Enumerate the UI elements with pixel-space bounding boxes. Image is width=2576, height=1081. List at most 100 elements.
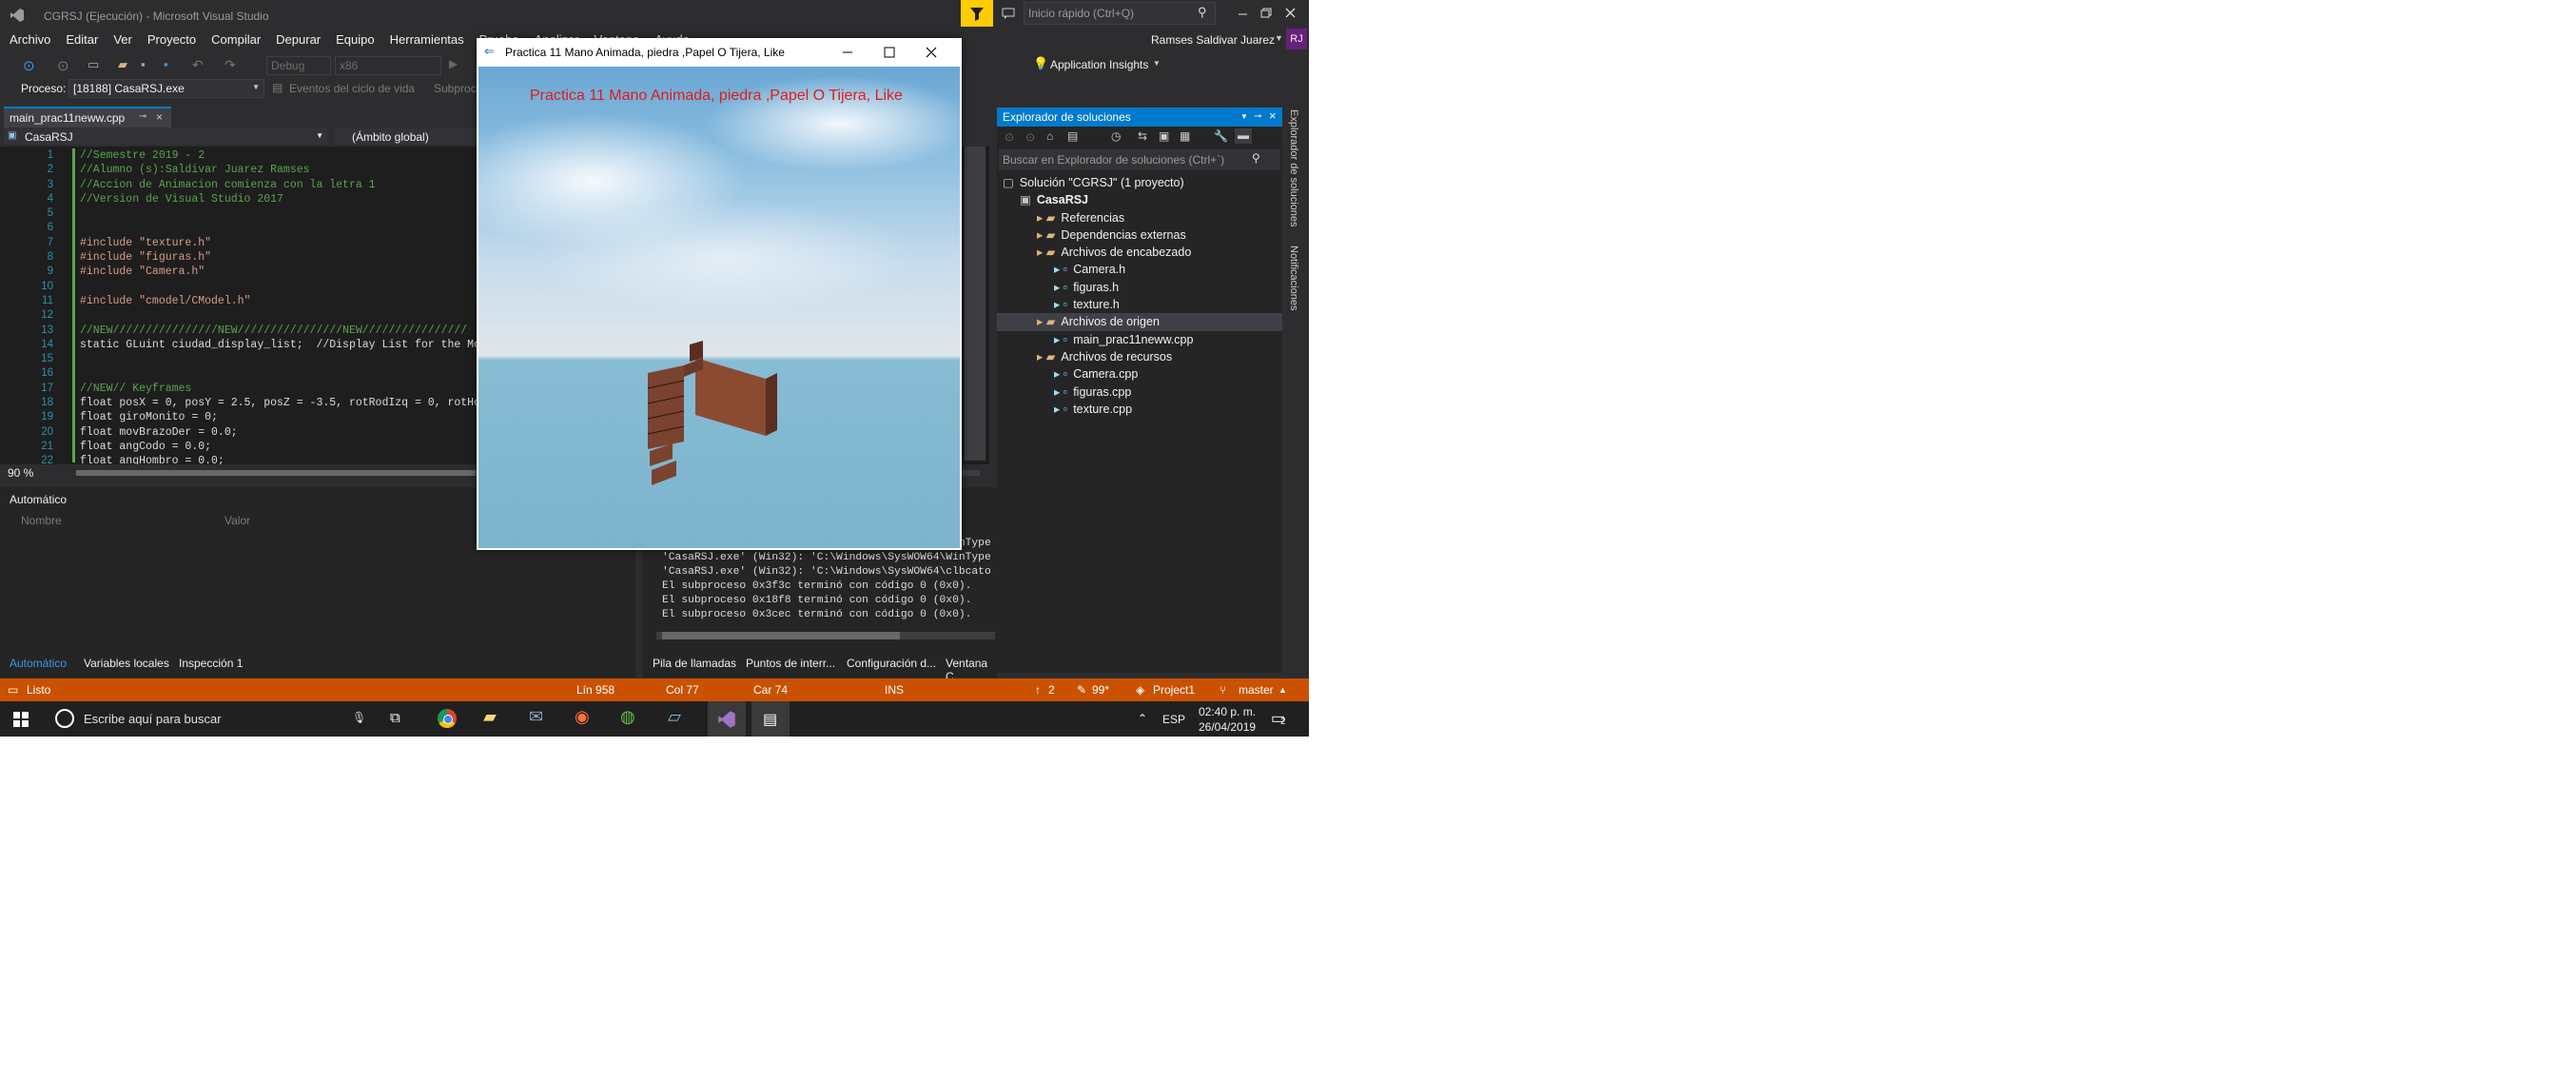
globe-app-icon[interactable]: ◍ [620,707,635,727]
tab-variables-locales[interactable]: Variables locales [84,657,169,670]
show-all-files-icon[interactable]: ▦ [1180,129,1190,143]
tree-item[interactable]: ▸ ▫ figuras.h [997,279,1282,296]
project-name[interactable]: Project1 [1153,683,1195,697]
scrollbar-thumb[interactable] [662,632,900,639]
user-name[interactable]: Ramses Saldivar Juarez [1151,33,1275,47]
config-dropdown[interactable]: Debug [266,56,331,75]
properties-icon[interactable]: 🔧 [1214,129,1228,143]
side-tab-notifications[interactable]: Notificaciones [1286,244,1305,329]
menu-ver[interactable]: Ver [106,27,140,52]
feedback-icon[interactable] [1001,6,1016,21]
editor-vertical-scrollbar[interactable] [965,147,986,461]
collapse-all-icon[interactable]: ▣ [1159,129,1169,143]
continue-icon[interactable]: ▶ [449,57,458,70]
save-all-icon[interactable]: ▪ [164,57,168,71]
tab-pila-de-llamadas[interactable]: Pila de llamadas [653,657,736,670]
tree-item[interactable]: ▸ ▰ Archivos de origen [997,313,1282,331]
chevron-down-icon[interactable]: ▼ [1240,108,1248,127]
tab-puntos-de-interrupcion[interactable]: Puntos de interr... [746,657,835,670]
firefox-icon[interactable]: ◉ [575,707,590,727]
tree-item[interactable]: ▸ ▰ Referencias [997,209,1282,226]
microphone-icon[interactable]: 🎙 [352,711,366,724]
back-icon[interactable]: ⊙ [23,57,35,74]
minimize-button[interactable] [1235,6,1252,21]
action-center-icon[interactable]: ▭ 2 [1271,709,1292,728]
pending-changes-count[interactable]: 99* [1092,683,1109,697]
tab-main-prac11neww[interactable]: main_prac11neww.cpp ⊸ × [4,107,171,128]
task-view-icon[interactable]: ⧉ [390,710,400,726]
clock-date[interactable]: 26/04/2019 [1199,720,1256,734]
switch-views-icon[interactable]: ▤ [1067,129,1078,143]
pin-icon[interactable]: ⊸ [139,111,146,122]
app-minimize-button[interactable] [838,44,857,61]
zoom-level[interactable]: 90 % [8,466,33,480]
quick-launch-box[interactable]: Inicio rápido (Ctrl+Q) ⚲ [1024,2,1216,25]
tree-item[interactable]: ▢ Solución "CGRSJ" (1 proyecto) [997,174,1282,191]
menu-archivo[interactable]: Archivo [0,27,58,52]
process-dropdown[interactable]: [18188] CasaRSJ.exe ▼ [68,79,264,98]
tab-automatico[interactable]: Automático [10,657,67,670]
sync-icon[interactable]: ⇆ [1138,129,1147,143]
forward-icon[interactable]: ⊙ [1025,130,1035,144]
tree-item[interactable]: ▸ ▫ main_prac11neww.cpp [997,331,1282,348]
lifecycle-events[interactable]: Eventos del ciclo de vida [289,82,415,95]
preview-icon[interactable]: ▬ [1235,128,1252,144]
branch-name[interactable]: master [1239,683,1274,697]
tree-item[interactable]: ▸ ▫ texture.h [997,296,1282,313]
redo-icon[interactable]: ↷ [224,57,236,73]
save-icon[interactable]: ▪ [141,57,146,71]
avatar[interactable]: RJ [1286,29,1307,49]
tree-item[interactable]: ▸ ▫ Camera.cpp [997,365,1282,383]
chrome-icon[interactable] [438,709,457,728]
scrollbar-thumb[interactable] [76,470,476,476]
visual-studio-taskbar-icon[interactable] [708,701,746,737]
pending-push-count[interactable]: 2 [1048,683,1055,697]
chevron-up-icon[interactable]: ⌃ [1138,712,1147,725]
menu-proyecto[interactable]: Proyecto [140,27,204,52]
side-tab-explorer[interactable]: Explorador de soluciones [1286,108,1305,241]
notes-app-icon[interactable]: ▱ [668,707,681,727]
menu-equipo[interactable]: Equipo [328,27,381,52]
menu-depurar[interactable]: Depurar [268,27,328,52]
tree-item[interactable]: ▸ ▫ texture.cpp [997,401,1282,418]
output-window-icon[interactable]: ▭ [8,683,18,697]
tab-inspeccion-1[interactable]: Inspección 1 [179,657,243,670]
opengl-app-window[interactable]: ⇐ Practica 11 Mano Animada, piedra ,Pape… [477,38,962,550]
tree-item[interactable]: ▸ ▰ Archivos de encabezado [997,244,1282,261]
platform-dropdown[interactable]: x86 [335,56,441,75]
menu-editar[interactable]: Editar [58,27,106,52]
tree-item[interactable]: ▣ CasaRSJ [997,191,1282,208]
restore-button[interactable] [1258,6,1275,21]
filter-icon[interactable] [961,0,993,27]
output-hscrollbar[interactable] [656,632,995,639]
clock-time[interactable]: 02:40 p. m. [1199,705,1256,718]
taskbar-search-box[interactable]: Escribe aquí para buscar 🎙 [46,701,375,737]
input-language[interactable]: ESP [1162,713,1185,726]
app-insights-button[interactable]: Application Insights [1050,58,1148,71]
menu-herramientas[interactable]: Herramientas [382,27,472,52]
solution-search-box[interactable]: Buscar en Explorador de soluciones (Ctrl… [999,149,1280,170]
project-scope-dropdown[interactable]: ▣ CasaRSJ ▼ [4,128,327,145]
app-maximize-button[interactable] [880,44,899,61]
close-button[interactable] [1282,6,1299,21]
pin-icon[interactable]: ⊸ [1254,108,1261,127]
tab-configuracion[interactable]: Configuración d... [847,657,936,670]
file-explorer-icon[interactable]: ▰ [483,707,497,727]
tree-item[interactable]: ▸ ▫ Camera.h [997,261,1282,278]
home-icon[interactable]: ⌂ [1046,129,1053,143]
close-icon[interactable]: × [156,110,163,124]
menu-compilar[interactable]: Compilar [204,27,268,52]
app-close-button[interactable] [922,44,941,61]
tree-item[interactable]: ▸ ▫ figuras.cpp [997,383,1282,401]
opengl-app-taskbar-icon[interactable]: ▤ [751,701,790,737]
close-icon[interactable]: × [1269,107,1277,126]
tree-item[interactable]: ▸ ▰ Archivos de recursos [997,348,1282,365]
new-project-icon[interactable]: ▭ [88,57,99,72]
back-icon[interactable]: ⊙ [1005,130,1014,144]
mail-icon[interactable]: ✉ [529,707,543,727]
open-folder-icon[interactable]: ▰ [118,57,127,72]
opengl-render-view[interactable]: Practica 11 Mano Animada, piedra ,Papel … [478,67,960,548]
start-button[interactable] [13,712,29,727]
tree-item[interactable]: ▸ ▰ Dependencias externas [997,226,1282,244]
history-icon[interactable]: ◷ [1111,129,1121,143]
